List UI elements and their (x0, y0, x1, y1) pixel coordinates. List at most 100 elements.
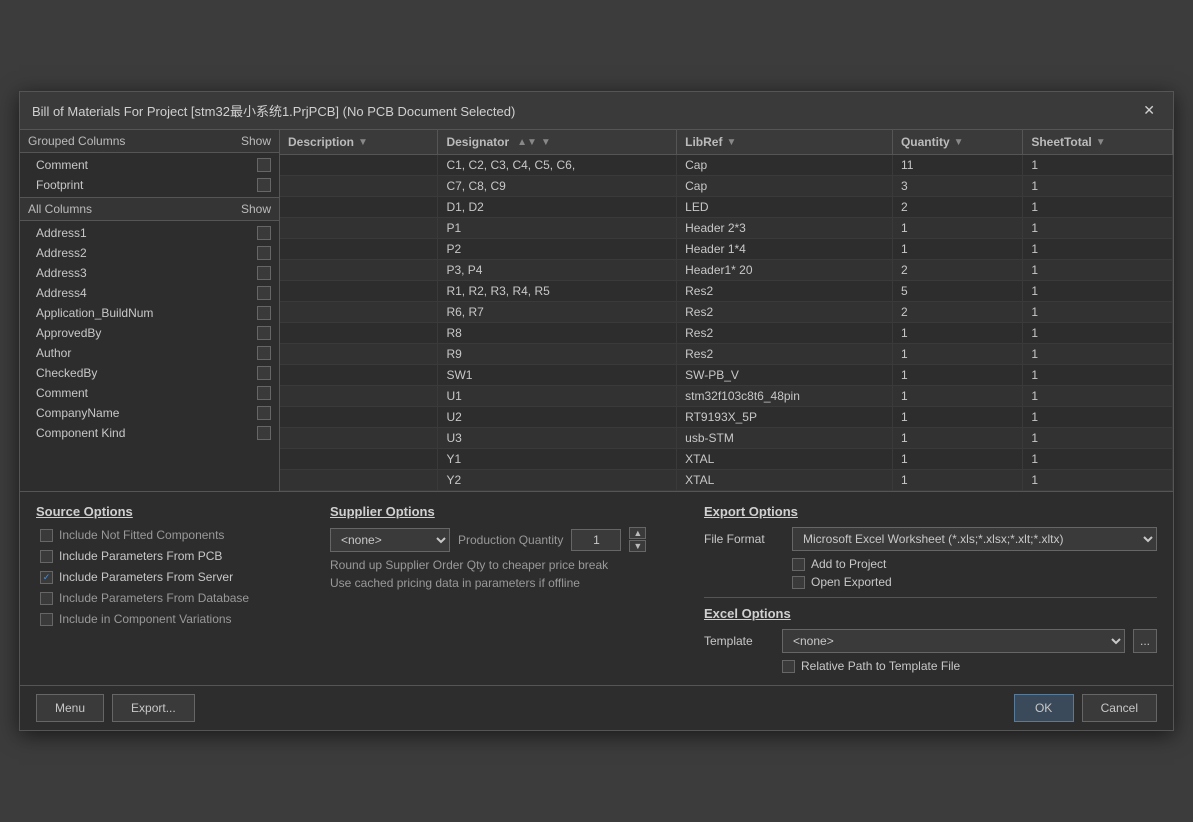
cell-designator-1: C7, C8, C9 (438, 176, 677, 197)
col-item-approvedby-checkbox[interactable] (257, 326, 271, 340)
col-item-address2-checkbox[interactable] (257, 246, 271, 260)
cell-libref-6: Res2 (677, 281, 893, 302)
cell-designator-11: U1 (438, 386, 677, 407)
col-item-componentkind: Component Kind (20, 423, 279, 443)
all-columns-header: All Columns Show (20, 198, 279, 221)
cancel-button[interactable]: Cancel (1082, 694, 1157, 722)
all-columns-show: Show (241, 202, 271, 216)
ok-button[interactable]: OK (1014, 694, 1074, 722)
col-item-checkedby-checkbox[interactable] (257, 366, 271, 380)
relative-path-label: Relative Path to Template File (801, 659, 960, 673)
cell-libref-0: Cap (677, 155, 893, 176)
relative-path-checkbox[interactable] (782, 660, 795, 673)
all-columns-label: All Columns (28, 202, 92, 216)
grouped-item-comment-checkbox[interactable] (257, 158, 271, 172)
file-format-label: File Format (704, 532, 784, 546)
col-item-address4-checkbox[interactable] (257, 286, 271, 300)
opt-component-variations-checkbox[interactable] (40, 613, 53, 626)
cell-designator-8: R8 (438, 323, 677, 344)
bom-table: Description ▼ Designator ▲▼ ▼ (280, 130, 1173, 491)
col-header-libref[interactable]: LibRef ▼ (677, 130, 893, 155)
cell-description-2 (280, 197, 438, 218)
cell-description-14 (280, 449, 438, 470)
add-to-project-checkbox[interactable] (792, 558, 805, 571)
opt-component-variations: Include in Component Variations (36, 611, 306, 627)
sheettotal-filter-icon[interactable]: ▼ (1096, 137, 1106, 148)
table-row: Y1XTAL11 (280, 449, 1173, 470)
bom-table-body: C1, C2, C3, C4, C5, C6,Cap111C7, C8, C9C… (280, 155, 1173, 491)
cell-libref-5: Header1* 20 (677, 260, 893, 281)
footer-left-buttons: Menu Export... (36, 694, 195, 722)
cell-designator-10: SW1 (438, 365, 677, 386)
col-header-sheettotal[interactable]: SheetTotal ▼ (1023, 130, 1173, 155)
grouped-item-comment: Comment (20, 155, 279, 175)
col-item-address1-label: Address1 (36, 226, 87, 240)
col-item-companyname-label: CompanyName (36, 406, 119, 420)
supplier-dropdown[interactable]: <none> (330, 528, 450, 552)
cell-libref-10: SW-PB_V (677, 365, 893, 386)
col-item-comment: Comment (20, 383, 279, 403)
designator-filter-icon[interactable]: ▼ (541, 137, 551, 148)
template-dots-button[interactable]: ... (1133, 629, 1157, 653)
description-filter-icon[interactable]: ▼ (358, 137, 368, 148)
close-button[interactable]: ✕ (1137, 100, 1161, 121)
cell-quantity-5: 2 (892, 260, 1022, 281)
col-item-companyname-checkbox[interactable] (257, 406, 271, 420)
template-dropdown[interactable]: <none> (782, 629, 1125, 653)
open-exported-checkbox[interactable] (792, 576, 805, 589)
designator-sort-icon[interactable]: ▲▼ (517, 137, 537, 148)
col-item-address1-checkbox[interactable] (257, 226, 271, 240)
opt-params-database-label: Include Parameters From Database (59, 591, 249, 605)
table-row: C1, C2, C3, C4, C5, C6,Cap111 (280, 155, 1173, 176)
col-item-address3-checkbox[interactable] (257, 266, 271, 280)
opt-params-pcb-checkbox[interactable] (40, 550, 53, 563)
cell-description-15 (280, 470, 438, 491)
libref-filter-icon[interactable]: ▼ (726, 137, 736, 148)
col-item-author-checkbox[interactable] (257, 346, 271, 360)
cell-sheettotal-14: 1 (1023, 449, 1173, 470)
qty-up-btn[interactable]: ▲ (629, 527, 646, 539)
col-item-address4: Address4 (20, 283, 279, 303)
col-item-componentkind-checkbox[interactable] (257, 426, 271, 440)
cell-quantity-7: 2 (892, 302, 1022, 323)
table-row: U3usb-STM11 (280, 428, 1173, 449)
opt-params-pcb-label: Include Parameters From PCB (59, 549, 222, 563)
grouped-item-footprint-checkbox[interactable] (257, 178, 271, 192)
table-row: U1stm32f103c8t6_48pin11 (280, 386, 1173, 407)
table-row: P1Header 2*311 (280, 218, 1173, 239)
file-format-row: File Format Microsoft Excel Worksheet (*… (704, 527, 1157, 551)
opt-params-database-checkbox[interactable] (40, 592, 53, 605)
table-row: P3, P4Header1* 2021 (280, 260, 1173, 281)
table-row: R6, R7Res221 (280, 302, 1173, 323)
opt-params-server: Include Parameters From Server (36, 569, 306, 585)
footer-right-buttons: OK Cancel (1014, 694, 1157, 722)
col-header-quantity[interactable]: Quantity ▼ (892, 130, 1022, 155)
grouped-item-footprint-label: Footprint (36, 178, 83, 192)
supplier-options-section: Supplier Options <none> Production Quant… (330, 504, 680, 673)
opt-not-fitted-checkbox[interactable] (40, 529, 53, 542)
file-format-dropdown[interactable]: Microsoft Excel Worksheet (*.xls;*.xlsx;… (792, 527, 1157, 551)
col-header-description[interactable]: Description ▼ (280, 130, 438, 155)
bom-table-container[interactable]: Description ▼ Designator ▲▼ ▼ (280, 130, 1173, 491)
production-qty-input[interactable] (571, 529, 621, 551)
col-item-checkedby-label: CheckedBy (36, 366, 97, 380)
opt-not-fitted: Include Not Fitted Components (36, 527, 306, 543)
cell-designator-5: P3, P4 (438, 260, 677, 281)
menu-button[interactable]: Menu (36, 694, 104, 722)
qty-down-btn[interactable]: ▼ (629, 540, 646, 552)
col-item-comment-checkbox[interactable] (257, 386, 271, 400)
left-panel: Grouped Columns Show Comment Footprint (20, 130, 280, 491)
cell-libref-1: Cap (677, 176, 893, 197)
opt-params-server-checkbox[interactable] (40, 571, 53, 584)
col-item-appbuildnum-checkbox[interactable] (257, 306, 271, 320)
production-qty-label: Production Quantity (458, 533, 563, 547)
qty-spinners: ▲ ▼ (629, 527, 646, 552)
cell-description-4 (280, 239, 438, 260)
cell-designator-9: R9 (438, 344, 677, 365)
col-header-designator[interactable]: Designator ▲▼ ▼ (438, 130, 677, 155)
export-button[interactable]: Export... (112, 694, 195, 722)
all-columns-list: Address1 Address2 Address3 Address4 (20, 221, 279, 491)
cell-sheettotal-2: 1 (1023, 197, 1173, 218)
quantity-filter-icon[interactable]: ▼ (954, 137, 964, 148)
col-item-approvedby-label: ApprovedBy (36, 326, 101, 340)
